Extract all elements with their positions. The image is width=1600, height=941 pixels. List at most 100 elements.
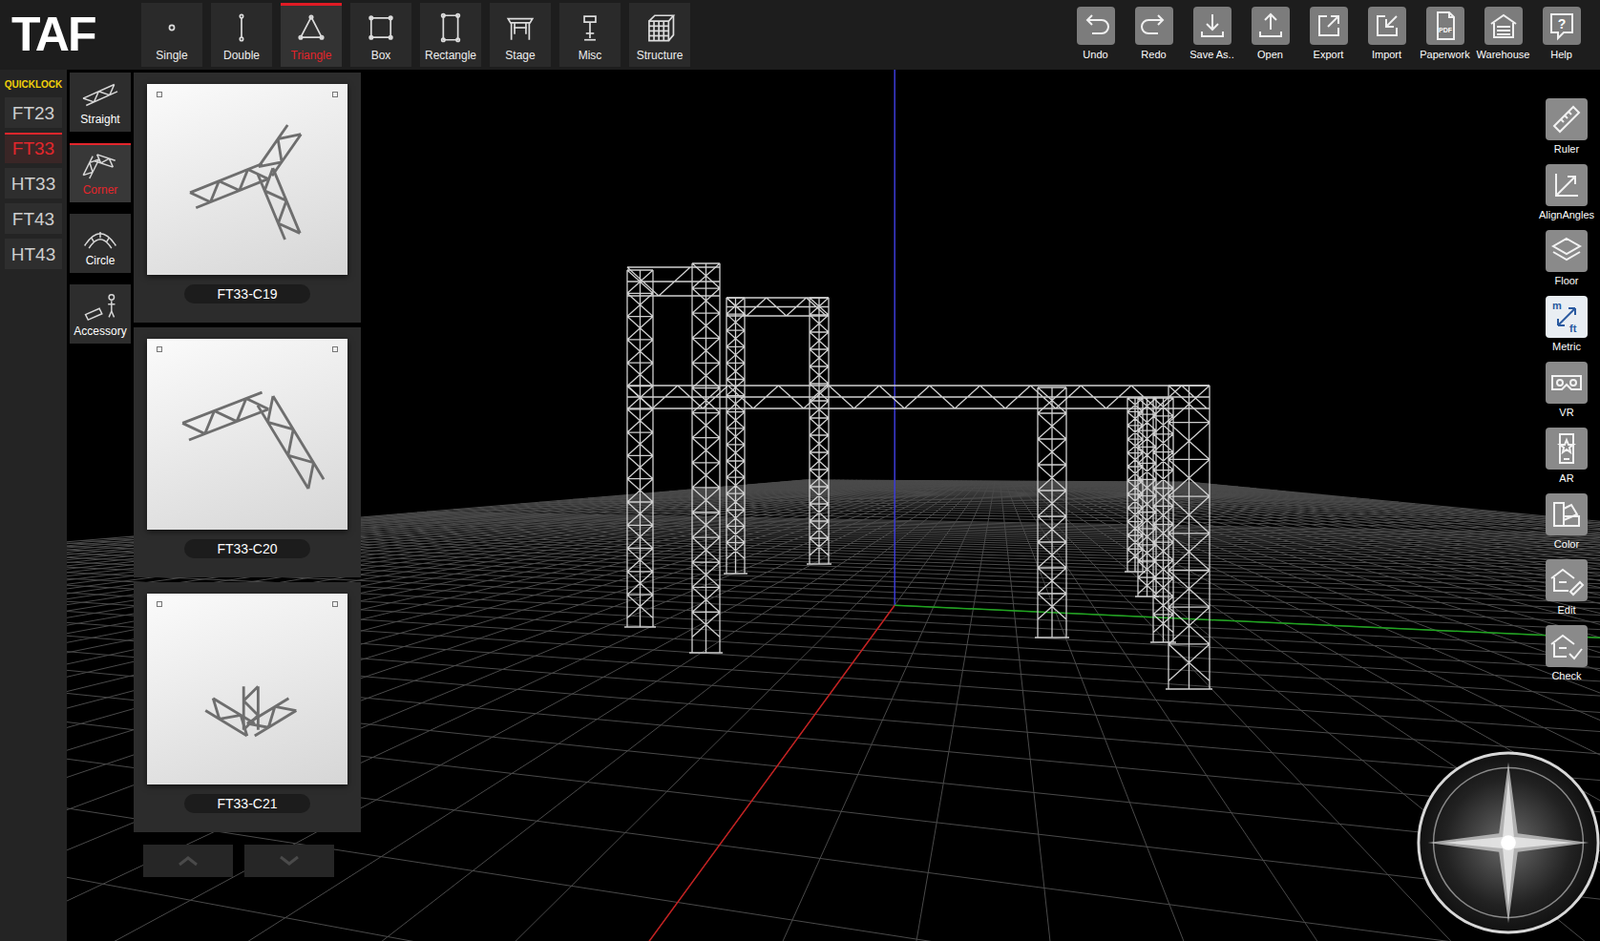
truss-segment[interactable]	[1135, 398, 1159, 597]
action-button[interactable]: ? Help	[1532, 2, 1591, 61]
tool-label: Misc	[578, 48, 603, 63]
tool-label: Rectangle	[424, 48, 477, 63]
view-tool-label: AlignAngles	[1538, 209, 1595, 221]
series-button[interactable]: FT33	[4, 132, 63, 164]
category-button[interactable]: Accessory	[69, 284, 131, 344]
tool-button[interactable]: Structure	[629, 2, 691, 67]
truss-segment[interactable]	[806, 297, 832, 565]
product-thumbnail	[147, 593, 348, 785]
chevron-down-icon	[274, 853, 304, 869]
category-button[interactable]: Straight	[69, 72, 131, 132]
download-icon	[1193, 6, 1232, 45]
navigation-compass-icon[interactable]	[1414, 749, 1600, 937]
pager	[133, 837, 361, 878]
category-label: Accessory	[73, 324, 127, 338]
action-button[interactable]: Warehouse	[1473, 2, 1533, 61]
view-tool-label: Check	[1551, 670, 1581, 682]
line-icon	[225, 11, 258, 44]
action-button[interactable]: PDF Paperwork	[1415, 2, 1474, 61]
truss-segment[interactable]	[723, 297, 748, 574]
series-button[interactable]: FT43	[4, 203, 63, 234]
page-down-button[interactable]	[244, 844, 335, 878]
tool-button[interactable]: Double	[210, 2, 273, 67]
corner-mark	[156, 601, 163, 608]
align-angles-icon	[1545, 164, 1588, 207]
tool-button[interactable]: Stage	[489, 2, 551, 67]
action-button[interactable]: Open	[1241, 2, 1300, 61]
truss-segment[interactable]	[627, 385, 1210, 409]
truss-segment[interactable]	[689, 263, 723, 653]
edit-warehouse-icon	[1545, 559, 1588, 602]
product-card[interactable]: FT33-C21	[133, 582, 361, 833]
category-button[interactable]: Circle	[69, 213, 131, 274]
structure-icon	[643, 11, 676, 44]
chevron-up-icon	[173, 853, 203, 869]
help-icon: ?	[1542, 6, 1581, 45]
tool-button[interactable]: Rectangle	[420, 2, 482, 67]
series-button[interactable]: FT23	[4, 97, 63, 128]
action-button[interactable]: Export	[1299, 2, 1358, 61]
upload-icon	[1251, 6, 1290, 45]
action-label: Undo	[1082, 48, 1108, 61]
tool-button[interactable]: Single	[141, 2, 203, 67]
view-tool-button[interactable]: AlignAngles	[1538, 164, 1595, 221]
view-tool-button[interactable]: Ruler	[1545, 98, 1588, 155]
view-tool-label: Metric	[1552, 340, 1581, 353]
action-button[interactable]: Save As..	[1182, 2, 1242, 61]
truss-segment[interactable]	[1124, 398, 1146, 572]
view-tool-button[interactable]: Floor	[1545, 230, 1588, 287]
action-label: Help	[1550, 48, 1573, 61]
icon-text: ft	[1569, 322, 1578, 335]
view-tool-button[interactable]: mft Metric	[1545, 295, 1588, 353]
box-icon	[364, 11, 398, 44]
corner-mark	[332, 91, 338, 98]
view-tool-button[interactable]: Color	[1545, 493, 1588, 550]
quicklock-title: QUICKLOCK	[4, 79, 64, 90]
view-tool-label: VR	[1558, 406, 1574, 419]
truss-corner-icon	[156, 93, 338, 266]
top-toolbar: TAFSingleDoubleTriangleBoxRectangleStage…	[0, 0, 1600, 70]
action-label: Paperwork	[1419, 48, 1471, 61]
truss-segment[interactable]	[1150, 398, 1177, 643]
truss-segment[interactable]	[624, 270, 656, 628]
circle-truss-icon	[81, 221, 120, 252]
product-card[interactable]: FT33-C20	[133, 327, 361, 578]
tool-button[interactable]: Box	[350, 2, 412, 67]
tool-group: SingleDouble Triangle Box Rectangle Stage Mis…	[141, 2, 691, 67]
view-tool-label: Color	[1554, 538, 1579, 550]
truss-segment[interactable]	[1165, 385, 1213, 690]
series-button[interactable]: HT33	[4, 168, 63, 199]
icon-text: PDF	[1438, 26, 1453, 34]
stage-icon	[504, 11, 537, 44]
view-tool-label: Ruler	[1554, 143, 1579, 155]
metric-units-icon: mft	[1545, 295, 1588, 338]
action-button[interactable]: Import	[1357, 2, 1416, 61]
rectangle-icon	[434, 11, 467, 44]
dot-icon	[155, 11, 189, 44]
page-up-button[interactable]	[143, 844, 233, 878]
view-tool-button[interactable]: Edit	[1545, 559, 1588, 616]
series-button[interactable]: HT43	[4, 238, 63, 270]
truss-segment[interactable]	[627, 267, 720, 296]
tool-label: Structure	[636, 48, 684, 63]
corner-truss-icon	[81, 150, 120, 181]
floor-grid	[0, 480, 1600, 941]
z-axis	[894, 605, 1600, 941]
corner-mark	[156, 91, 163, 98]
tool-button[interactable]: Misc	[559, 2, 621, 67]
product-card[interactable]: FT33-C19	[133, 72, 361, 323]
view-tool-button[interactable]: Check	[1545, 625, 1588, 682]
action-button[interactable]: Redo	[1124, 2, 1183, 61]
category-button[interactable]: Corner	[69, 143, 131, 203]
warehouse-icon	[1484, 6, 1523, 45]
view-tool-button[interactable]: VR	[1545, 361, 1588, 419]
action-label: Save As..	[1189, 48, 1234, 61]
action-label: Import	[1371, 48, 1402, 61]
tool-button[interactable]: Triangle	[280, 2, 342, 67]
view-tool-button[interactable]: AR	[1545, 427, 1588, 485]
truss-segment[interactable]	[726, 297, 829, 316]
truss-segment[interactable]	[1034, 387, 1070, 638]
accessory-icon	[81, 292, 120, 322]
action-button[interactable]: Undo	[1066, 2, 1125, 61]
tool-label: Triangle	[291, 48, 333, 63]
